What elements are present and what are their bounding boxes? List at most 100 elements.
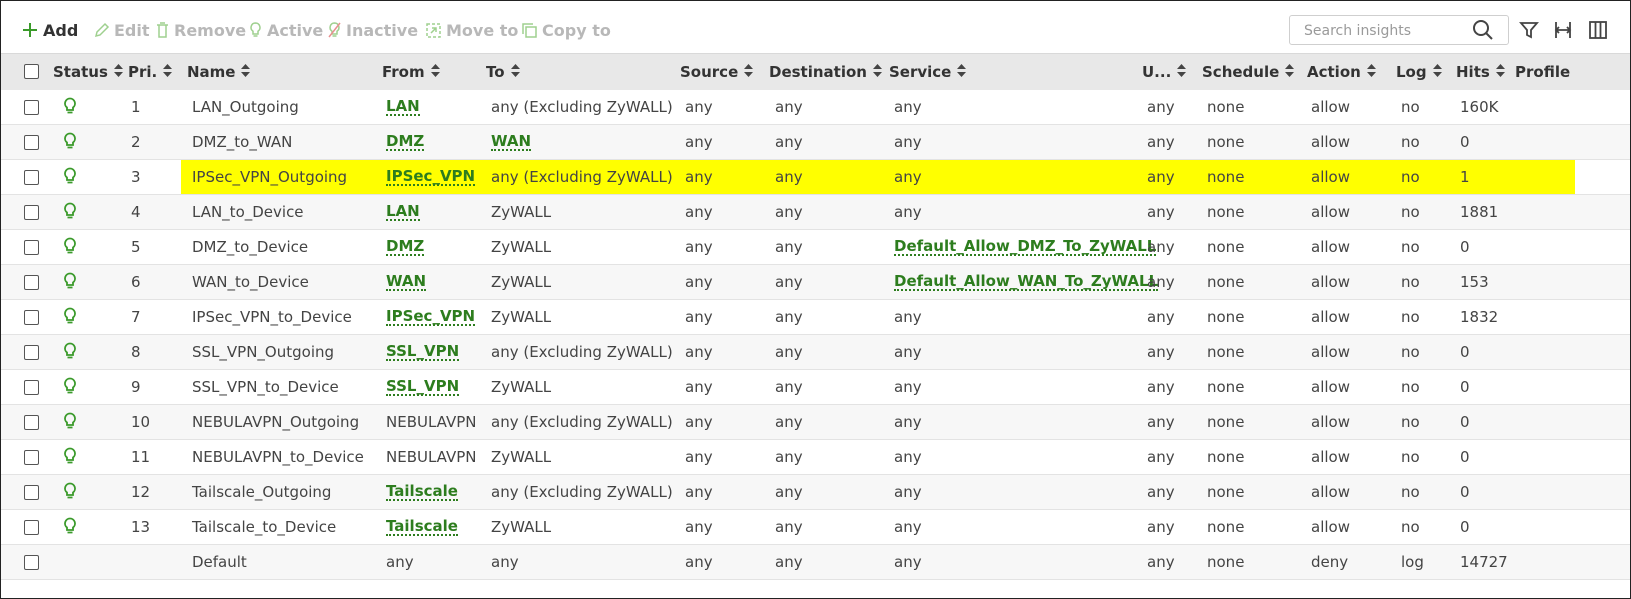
status-lightbulb-icon[interactable]	[63, 482, 77, 505]
hits-cell: 1832	[1460, 308, 1499, 326]
row-checkbox[interactable]	[24, 275, 39, 290]
table-row[interactable]: 6 WAN_to_Device WAN ZyWALL any any Default_All…	[1, 265, 1630, 300]
column-header-schedule[interactable]: Schedule	[1202, 63, 1295, 81]
status-lightbulb-icon[interactable]	[63, 132, 77, 155]
sort-icon[interactable]	[510, 63, 520, 81]
column-header-profile[interactable]: Profile	[1515, 63, 1570, 81]
from-cell[interactable]: SSL_VPN	[386, 343, 460, 361]
status-lightbulb-icon[interactable]	[63, 377, 77, 400]
table-row[interactable]: 9 SSL_VPN_to_Device SSL_VPN ZyWALL any any any…	[1, 370, 1630, 405]
row-checkbox[interactable]	[24, 520, 39, 535]
column-header-name[interactable]: Name	[187, 63, 251, 81]
row-checkbox[interactable]	[24, 310, 39, 325]
status-lightbulb-icon[interactable]	[63, 447, 77, 470]
columns-icon[interactable]	[1588, 20, 1608, 40]
column-header-action[interactable]: Action	[1307, 63, 1376, 81]
from-cell[interactable]: Tailscale	[386, 518, 458, 536]
from-cell[interactable]: DMZ	[386, 133, 425, 151]
row-checkbox[interactable]	[24, 170, 39, 185]
sort-icon[interactable]	[957, 63, 967, 81]
table-row[interactable]: Default any any any any any any none deny log 1472…	[1, 545, 1630, 580]
row-checkbox[interactable]	[24, 135, 39, 150]
table-row[interactable]: 8 SSL_VPN_Outgoing SSL_VPN any (Excluding Z…	[1, 335, 1630, 370]
action-cell: allow	[1311, 413, 1350, 431]
sort-icon[interactable]	[113, 63, 123, 81]
hits-cell: 0	[1460, 238, 1470, 256]
column-header-priority[interactable]: Pri.	[128, 63, 173, 81]
status-lightbulb-icon[interactable]	[63, 237, 77, 260]
add-button[interactable]: Add	[21, 18, 78, 42]
status-lightbulb-icon[interactable]	[63, 167, 77, 190]
sort-icon[interactable]	[163, 63, 173, 81]
sort-icon[interactable]	[241, 63, 251, 81]
edit-button[interactable]: Edit	[93, 18, 150, 42]
row-checkbox[interactable]	[24, 485, 39, 500]
column-header-status[interactable]: Status	[53, 63, 123, 81]
table-row[interactable]: 12 Tailscale_Outgoing Tailscale any (Exclud…	[1, 475, 1630, 510]
priority-cell: 2	[131, 133, 141, 151]
column-header-service[interactable]: Service	[889, 63, 967, 81]
status-lightbulb-icon[interactable]	[63, 202, 77, 225]
sort-icon[interactable]	[1177, 63, 1187, 81]
to-cell[interactable]: WAN	[491, 133, 532, 151]
table-row[interactable]: 1 LAN_Outgoing LAN any (Excluding ZyWALL) an…	[1, 90, 1630, 125]
column-header-user[interactable]: U...	[1142, 63, 1187, 81]
sort-icon[interactable]	[1495, 63, 1505, 81]
row-checkbox[interactable]	[24, 555, 39, 570]
row-checkbox[interactable]	[24, 450, 39, 465]
row-checkbox[interactable]	[24, 380, 39, 395]
column-header-to[interactable]: To	[486, 63, 520, 81]
from-cell[interactable]: IPSec_VPN	[386, 168, 476, 186]
column-header-hits[interactable]: Hits	[1456, 63, 1505, 81]
row-checkbox[interactable]	[24, 415, 39, 430]
table-row[interactable]: 2 DMZ_to_WAN DMZ WAN any any any any none allow no…	[1, 125, 1630, 160]
from-cell[interactable]: IPSec_VPN	[386, 308, 476, 326]
table-row[interactable]: 10 NEBULAVPN_Outgoing NEBULAVPN any (Exclud…	[1, 405, 1630, 440]
table-row[interactable]: 4 LAN_to_Device LAN ZyWALL any any any any none a…	[1, 195, 1630, 230]
from-cell[interactable]: LAN	[386, 203, 420, 221]
sort-icon[interactable]	[430, 63, 440, 81]
table-row[interactable]: 3 IPSec_VPN_Outgoing IPSec_VPN any (Excludi…	[1, 160, 1630, 195]
status-lightbulb-icon[interactable]	[63, 412, 77, 435]
move-to-button[interactable]: Move to	[425, 18, 518, 42]
column-header-log[interactable]: Log	[1396, 63, 1442, 81]
service-cell[interactable]: Default_Allow_WAN_To_ZyWALL	[894, 273, 1159, 291]
sort-icon[interactable]	[1366, 63, 1376, 81]
user-cell: any	[1147, 203, 1175, 221]
status-lightbulb-icon[interactable]	[63, 307, 77, 330]
row-checkbox[interactable]	[24, 100, 39, 115]
row-checkbox[interactable]	[24, 205, 39, 220]
remove-button[interactable]: Remove	[155, 18, 246, 42]
status-lightbulb-icon[interactable]	[63, 517, 77, 540]
column-width-icon[interactable]	[1553, 20, 1573, 40]
from-cell[interactable]: Tailscale	[386, 483, 458, 501]
table-row[interactable]: 5 DMZ_to_Device DMZ ZyWALL any any Default_All…	[1, 230, 1630, 265]
table-row[interactable]: 13 Tailscale_to_Device Tailscale ZyWALL any a…	[1, 510, 1630, 545]
status-lightbulb-icon[interactable]	[63, 272, 77, 295]
filter-icon[interactable]	[1519, 20, 1539, 40]
sort-icon[interactable]	[872, 63, 882, 81]
from-cell[interactable]: SSL_VPN	[386, 378, 460, 396]
status-lightbulb-icon[interactable]	[63, 97, 77, 120]
select-all-checkbox[interactable]	[24, 64, 39, 79]
column-header-destination[interactable]: Destination	[769, 63, 882, 81]
table-row[interactable]: 7 IPSec_VPN_to_Device IPSec_VPN ZyWALL any an…	[1, 300, 1630, 335]
status-lightbulb-icon[interactable]	[63, 342, 77, 365]
from-cell[interactable]: DMZ	[386, 238, 425, 256]
active-button[interactable]: Active	[248, 18, 323, 42]
column-header-source[interactable]: Source	[680, 63, 754, 81]
service-cell[interactable]: Default_Allow_DMZ_To_ZyWALL	[894, 238, 1157, 256]
row-checkbox[interactable]	[24, 345, 39, 360]
sort-icon[interactable]	[1285, 63, 1295, 81]
inactive-button[interactable]: Inactive	[327, 18, 418, 42]
sort-icon[interactable]	[744, 63, 754, 81]
sort-icon[interactable]	[1432, 63, 1442, 81]
from-cell[interactable]: LAN	[386, 98, 420, 116]
column-header-from[interactable]: From	[382, 63, 440, 81]
copy-to-button[interactable]: Copy to	[521, 18, 611, 42]
search-box[interactable]: Search insights	[1289, 15, 1509, 45]
from-cell[interactable]: WAN	[386, 273, 427, 291]
row-checkbox[interactable]	[24, 240, 39, 255]
search-icon[interactable]	[1472, 19, 1494, 41]
table-row[interactable]: 11 NEBULAVPN_to_Device NEBULAVPN ZyWALL any a…	[1, 440, 1630, 475]
